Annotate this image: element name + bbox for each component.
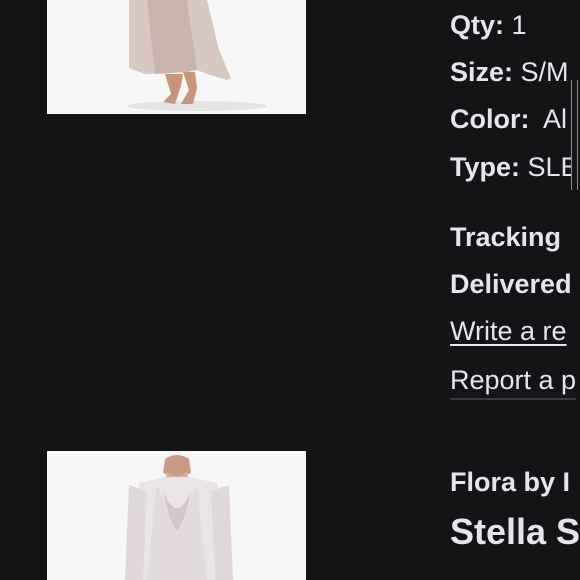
write-review-link[interactable]: Write a re: [450, 318, 567, 345]
type-row: Type: SLE: [450, 154, 579, 181]
report-link[interactable]: Report a p: [450, 365, 577, 400]
write-review-text: Write a re: [450, 316, 567, 346]
color-row: Color: Al: [450, 106, 567, 133]
color-label: Color:: [450, 104, 530, 134]
brand-row: Flora by I: [450, 469, 570, 496]
size-value: S/M: [513, 57, 569, 87]
report-text: Report a p: [450, 365, 577, 395]
tracking-label: Tracking: [450, 222, 562, 252]
size-row: Size: S/M: [450, 59, 569, 86]
scrollbar[interactable]: [571, 80, 578, 190]
type-label: Type:: [450, 152, 521, 182]
delivered-row: Delivered: [450, 271, 572, 298]
color-value: Al: [529, 104, 568, 134]
qty-label: Qty:: [450, 10, 504, 40]
qty-value: 1: [504, 10, 527, 40]
product-image-1[interactable]: [47, 0, 306, 114]
brand-name: Flora by I: [450, 467, 571, 497]
delivered-label: Delivered: [450, 269, 572, 299]
product-title-row[interactable]: Stella S: [450, 514, 580, 550]
robe-icon: [47, 451, 306, 580]
qty-row: Qty: 1: [450, 12, 527, 39]
nightgown-icon: [47, 0, 306, 114]
product-image-2[interactable]: [47, 451, 306, 580]
product-title: Stella S: [450, 511, 580, 552]
tracking-row: Tracking: [450, 224, 561, 251]
type-value: SLE: [520, 152, 579, 182]
size-label: Size:: [450, 57, 514, 87]
